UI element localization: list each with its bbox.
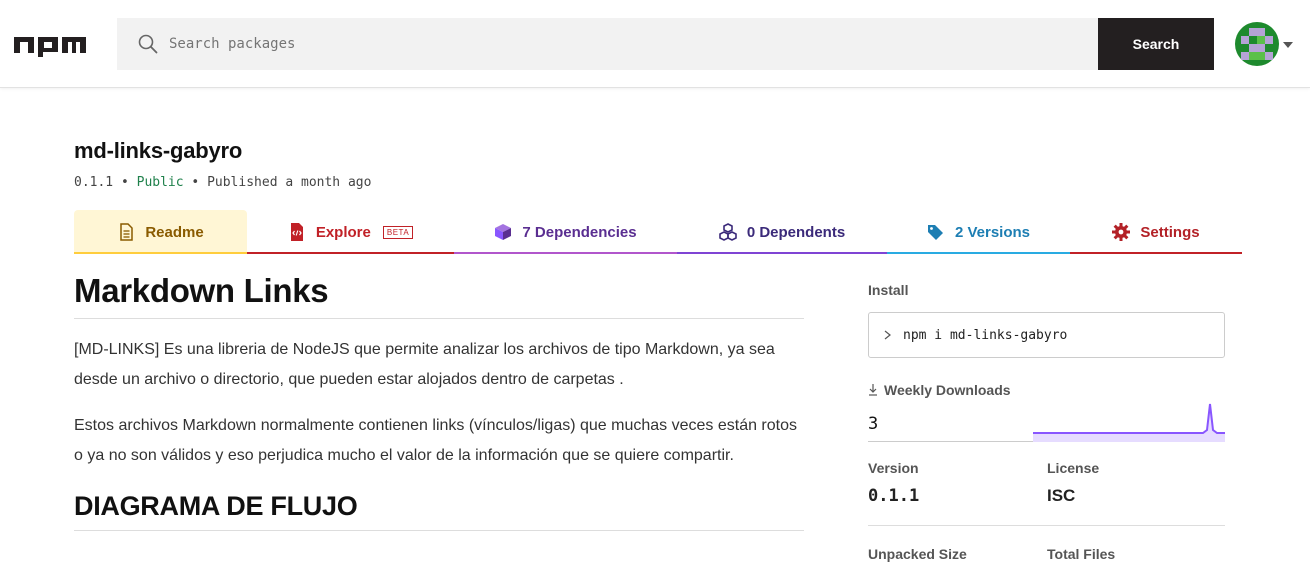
downloads-sparkline <box>1033 403 1225 442</box>
package-name: md-links-gabyro <box>74 138 243 163</box>
file-code-icon <box>290 223 303 241</box>
size-files-row: Unpacked Size Total Files <box>868 526 1225 565</box>
top-header: Search <box>0 0 1310 88</box>
document-icon <box>120 223 134 241</box>
tab-explore[interactable]: Explore BETA <box>247 210 454 254</box>
weekly-downloads-label: Weekly Downloads <box>884 382 1011 398</box>
tab-label: 0 Dependents <box>746 223 846 241</box>
readme-title: Markdown Links <box>74 262 804 319</box>
package-tabs: Readme Explore BETA 7 Dependencies 0 Dep… <box>74 210 1242 254</box>
search-input[interactable] <box>169 18 1079 70</box>
tab-underline <box>887 252 1070 254</box>
readme-heading: DIAGRAMA DE FLUJO <box>74 491 804 531</box>
tab-label: 7 Dependencies <box>522 223 637 241</box>
prompt-chevron-icon <box>884 330 891 340</box>
user-avatar[interactable] <box>1235 22 1279 66</box>
package-sidebar: Install npm i md-links-gabyro Weekly Dow… <box>868 282 1225 565</box>
tab-dependents[interactable]: 0 Dependents <box>677 210 887 254</box>
install-command-box[interactable]: npm i md-links-gabyro <box>868 312 1225 358</box>
license-value: ISC <box>1047 486 1076 505</box>
separator-dot: • <box>191 175 208 190</box>
package-meta: 0.1.1 • Public • Published a month ago <box>74 175 371 190</box>
weekly-downloads-row: 3 <box>868 402 1225 442</box>
gear-icon <box>1112 223 1131 241</box>
weekly-downloads-count: 3 <box>868 414 879 434</box>
license-cell: License ISC <box>1047 460 1099 506</box>
license-label: License <box>1047 460 1100 476</box>
tags-icon <box>927 225 943 240</box>
separator-dot: • <box>120 175 137 190</box>
version-license-row: Version 0.1.1 License ISC <box>868 442 1225 526</box>
search-icon <box>138 34 158 54</box>
install-command[interactable]: npm i md-links-gabyro <box>903 328 1067 343</box>
version-value: 0.1.1 <box>868 486 920 506</box>
tab-dependencies[interactable]: 7 Dependencies <box>454 210 677 254</box>
readme-paragraph: Estos archivos Markdown normalmente cont… <box>74 417 797 464</box>
download-icon <box>869 384 877 396</box>
install-label: Install <box>868 282 909 298</box>
tab-label: Explore <box>315 223 371 241</box>
npm-logo[interactable] <box>14 33 86 57</box>
package-visibility: Public <box>136 175 184 190</box>
boxes-icon <box>719 223 737 241</box>
box-icon <box>495 224 512 240</box>
search-bar <box>117 18 1098 70</box>
readme-content: Markdown Links [MD-LINKS] Es una libreri… <box>74 262 804 531</box>
tab-readme[interactable]: Readme <box>74 210 247 254</box>
tab-underline <box>247 252 454 254</box>
weekly-downloads-header: Weekly Downloads <box>868 382 1225 398</box>
beta-badge: BETA <box>382 225 414 239</box>
tab-label: 2 Versions <box>954 223 1031 241</box>
chevron-down-icon[interactable] <box>1283 41 1293 49</box>
tab-underline <box>1070 252 1242 254</box>
readme-paragraph: [MD-LINKS] Es una libreria de NodeJS que… <box>74 341 775 388</box>
unpacked-size-label: Unpacked Size <box>868 546 967 562</box>
package-version: 0.1.1 <box>74 175 114 190</box>
tab-label: Readme <box>145 223 204 241</box>
search-button[interactable]: Search <box>1098 18 1214 70</box>
tab-underline <box>677 252 887 254</box>
tab-versions[interactable]: 2 Versions <box>887 210 1070 254</box>
tab-underline <box>74 252 247 254</box>
tab-settings[interactable]: Settings <box>1070 210 1242 254</box>
version-label: Version <box>868 460 919 476</box>
version-cell: Version 0.1.1 <box>868 460 919 506</box>
tab-underline <box>454 252 677 254</box>
total-files-cell: Total Files <box>1047 546 1115 562</box>
package-published: Published a month ago <box>207 175 372 190</box>
unpacked-size-cell: Unpacked Size <box>868 546 967 562</box>
total-files-label: Total Files <box>1047 546 1116 562</box>
tab-label: Settings <box>1140 223 1200 241</box>
